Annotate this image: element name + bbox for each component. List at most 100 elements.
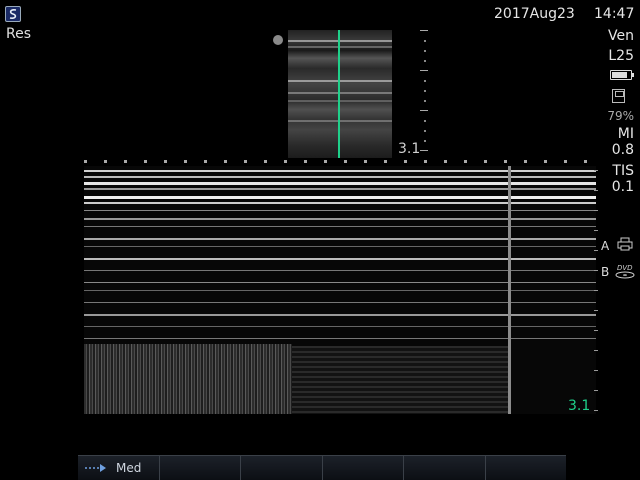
echo-line — [84, 290, 596, 291]
softkey-2[interactable] — [160, 456, 241, 480]
depth-tick — [424, 90, 426, 92]
mmode-cursor-line[interactable] — [338, 30, 340, 158]
time-display: 14:47 — [594, 6, 635, 22]
echo-line — [84, 202, 596, 204]
depth-tick — [424, 50, 426, 52]
echo-line — [84, 196, 596, 199]
dvd-icon[interactable]: DVD — [614, 262, 636, 280]
dvd-icon-text: DVD — [617, 264, 633, 272]
transducer-label: L25 — [608, 48, 634, 64]
time-tick — [204, 160, 207, 163]
depth-tick — [424, 120, 426, 122]
softkey-5[interactable] — [404, 456, 486, 480]
mmode-depth-scale — [594, 170, 600, 414]
mmode-trace[interactable] — [84, 166, 596, 414]
depth-tick — [594, 250, 598, 251]
echo-line — [84, 176, 596, 178]
depth-tick — [420, 70, 428, 71]
echo-line — [84, 258, 596, 260]
time-tick — [584, 160, 587, 163]
depth-tick — [424, 140, 426, 142]
depth-tick — [594, 190, 598, 191]
time-tick — [524, 160, 527, 163]
softkey-4[interactable] — [323, 456, 404, 480]
time-tick — [504, 160, 507, 163]
sweep-cursor — [508, 166, 511, 414]
storage-percent: 79% — [607, 109, 634, 123]
echo-line — [84, 302, 596, 303]
echo-line — [84, 218, 596, 220]
mi-label: MI — [617, 126, 634, 142]
time-tick — [104, 160, 107, 163]
channel-a-label: A — [601, 239, 610, 253]
softkey-med[interactable]: Med — [78, 456, 160, 480]
exam-type: Ven — [608, 28, 634, 44]
depth-tick — [594, 310, 598, 311]
softkey-6[interactable] — [486, 456, 567, 480]
echo-line — [84, 226, 596, 227]
mmode-depth-value: 3.1 — [568, 398, 591, 414]
depth-tick — [594, 370, 598, 371]
echo-line — [84, 188, 596, 190]
echo-line — [84, 270, 596, 271]
focus-marker — [273, 35, 283, 45]
time-tick — [284, 160, 287, 163]
depth-tick — [594, 230, 598, 231]
time-tick — [424, 160, 427, 163]
resolution-mode-label: Res — [6, 26, 32, 42]
time-tick — [264, 160, 267, 163]
softkey-label: Med — [116, 461, 142, 475]
mi-value: 0.8 — [611, 142, 634, 158]
echo-line — [84, 238, 596, 240]
time-tick — [224, 160, 227, 163]
date-display: 2017Aug23 — [494, 6, 575, 22]
depth-tick — [594, 270, 598, 271]
time-tick — [244, 160, 247, 163]
time-tick — [404, 160, 407, 163]
echo-line — [84, 314, 596, 316]
echo-line — [84, 246, 596, 247]
time-tick — [184, 160, 187, 163]
depth-tick — [594, 290, 598, 291]
time-tick — [344, 160, 347, 163]
depth-tick — [594, 410, 598, 411]
echo-line — [84, 282, 596, 283]
echo-line — [84, 326, 596, 327]
tis-value: 0.1 — [611, 179, 634, 195]
depth-tick — [424, 60, 426, 62]
echo-line — [84, 210, 596, 211]
printer-icon[interactable] — [617, 236, 633, 251]
time-tick — [304, 160, 307, 163]
time-tick — [144, 160, 147, 163]
echo-line — [84, 338, 596, 339]
depth-tick — [594, 170, 598, 171]
tis-label: TIS — [612, 163, 634, 179]
time-tick — [124, 160, 127, 163]
time-tick — [324, 160, 327, 163]
echo-line — [84, 170, 596, 172]
depth-tick — [594, 390, 598, 391]
depth-tick — [594, 210, 598, 211]
depth-tick — [594, 330, 598, 331]
depth-tick — [424, 100, 426, 102]
depth-tick — [420, 110, 428, 111]
s-logo-icon — [5, 6, 21, 22]
time-tick — [164, 160, 167, 163]
depth-tick — [420, 30, 428, 31]
bmode-depth-scale — [420, 30, 430, 158]
softkey-3[interactable] — [241, 456, 323, 480]
time-tick — [564, 160, 567, 163]
echo-line — [84, 182, 596, 185]
bmode-image[interactable] — [288, 30, 392, 158]
arrow-right-icon — [85, 464, 106, 472]
depth-tick — [420, 150, 428, 151]
depth-tick — [424, 40, 426, 42]
softkey-bar: Med — [78, 455, 566, 480]
time-tick — [444, 160, 447, 163]
channel-b-label: B — [601, 265, 610, 279]
battery-icon — [610, 70, 634, 80]
time-tick — [544, 160, 547, 163]
time-tick — [384, 160, 387, 163]
bmode-depth-value: 3.1 — [398, 141, 421, 157]
time-tick — [484, 160, 487, 163]
